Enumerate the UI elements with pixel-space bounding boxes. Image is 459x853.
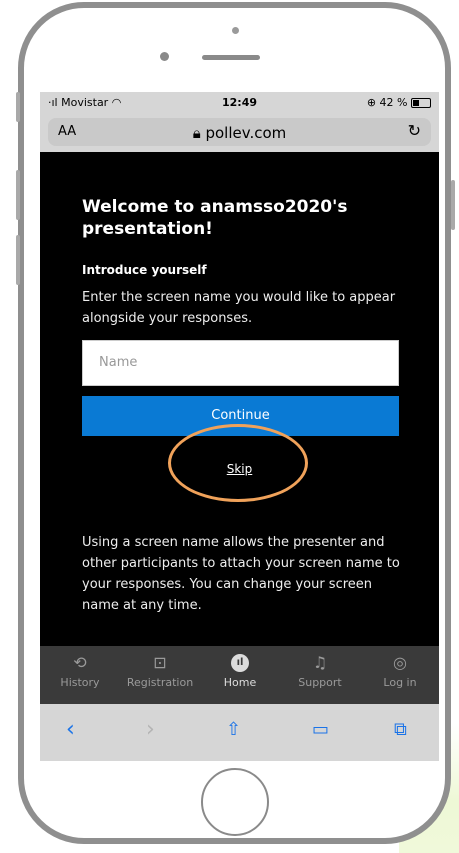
volume-down-button bbox=[16, 235, 20, 285]
proximity-sensor bbox=[232, 27, 239, 34]
browser-address-bar: AA 🔒︎ pollev.com ↻ bbox=[40, 114, 439, 152]
tab-login[interactable]: ◎ Log in bbox=[360, 646, 439, 704]
tab-label: Home bbox=[223, 676, 257, 689]
registration-icon: ⊡ bbox=[153, 653, 167, 672]
forward-icon[interactable]: › bbox=[146, 718, 155, 742]
skip-link[interactable]: Skip bbox=[40, 462, 439, 476]
url-text: pollev.com bbox=[205, 124, 287, 142]
browser-toolbar: ‹ › ⇧ ▭ ⧉ bbox=[40, 704, 439, 761]
bookmarks-icon[interactable]: ▭ bbox=[312, 718, 329, 742]
section-heading: Introduce yourself bbox=[82, 263, 207, 277]
alarm-icon: ⊕ bbox=[366, 96, 377, 109]
mute-switch bbox=[16, 92, 20, 122]
login-icon: ◎ bbox=[393, 653, 407, 672]
instruction-text: Enter the screen name you would like to … bbox=[82, 290, 396, 326]
tab-label: Support bbox=[298, 676, 342, 689]
page-title: Welcome to anamsso2020's presentation! bbox=[82, 197, 348, 239]
status-bar: ·ıl Movistar ◠ 12:49 ⊕ 42 % bbox=[40, 92, 439, 114]
url-field[interactable]: AA 🔒︎ pollev.com ↻ bbox=[48, 118, 431, 146]
volume-up-button bbox=[16, 170, 20, 220]
home-button[interactable] bbox=[201, 768, 269, 836]
tab-home[interactable]: ıl Home bbox=[200, 646, 280, 704]
tab-label: Log in bbox=[383, 676, 417, 689]
name-input[interactable]: Name bbox=[82, 340, 399, 386]
battery-icon bbox=[411, 98, 431, 108]
history-icon: ⟲ bbox=[73, 653, 87, 672]
support-icon: ♫ bbox=[312, 653, 328, 672]
tab-label: Registration bbox=[126, 676, 194, 689]
back-icon[interactable]: ‹ bbox=[66, 718, 75, 742]
front-camera bbox=[160, 52, 169, 61]
reload-icon[interactable]: ↻ bbox=[408, 121, 421, 140]
lock-icon: 🔒︎ bbox=[192, 124, 201, 142]
page-content: Welcome to anamsso2020's presentation! I… bbox=[40, 152, 439, 646]
share-icon[interactable]: ⇧ bbox=[226, 718, 241, 742]
phone-screen: ·ıl Movistar ◠ 12:49 ⊕ 42 % AA 🔒︎ pollev… bbox=[40, 92, 439, 761]
info-text: Using a screen name allows the presenter… bbox=[82, 535, 400, 613]
earpiece-speaker bbox=[202, 55, 260, 60]
tab-history[interactable]: ⟲ History bbox=[40, 646, 120, 704]
tab-registration[interactable]: ⊡ Registration bbox=[120, 646, 200, 704]
app-tab-bar: ⟲ History ⊡ Registration ıl Home ♫ Suppo… bbox=[40, 646, 439, 704]
tab-label: History bbox=[60, 676, 100, 689]
battery-percent: 42 % bbox=[379, 96, 408, 109]
home-icon: ıl bbox=[231, 654, 249, 672]
power-button bbox=[451, 180, 455, 230]
tab-support[interactable]: ♫ Support bbox=[280, 646, 360, 704]
tabs-icon[interactable]: ⧉ bbox=[394, 718, 407, 742]
